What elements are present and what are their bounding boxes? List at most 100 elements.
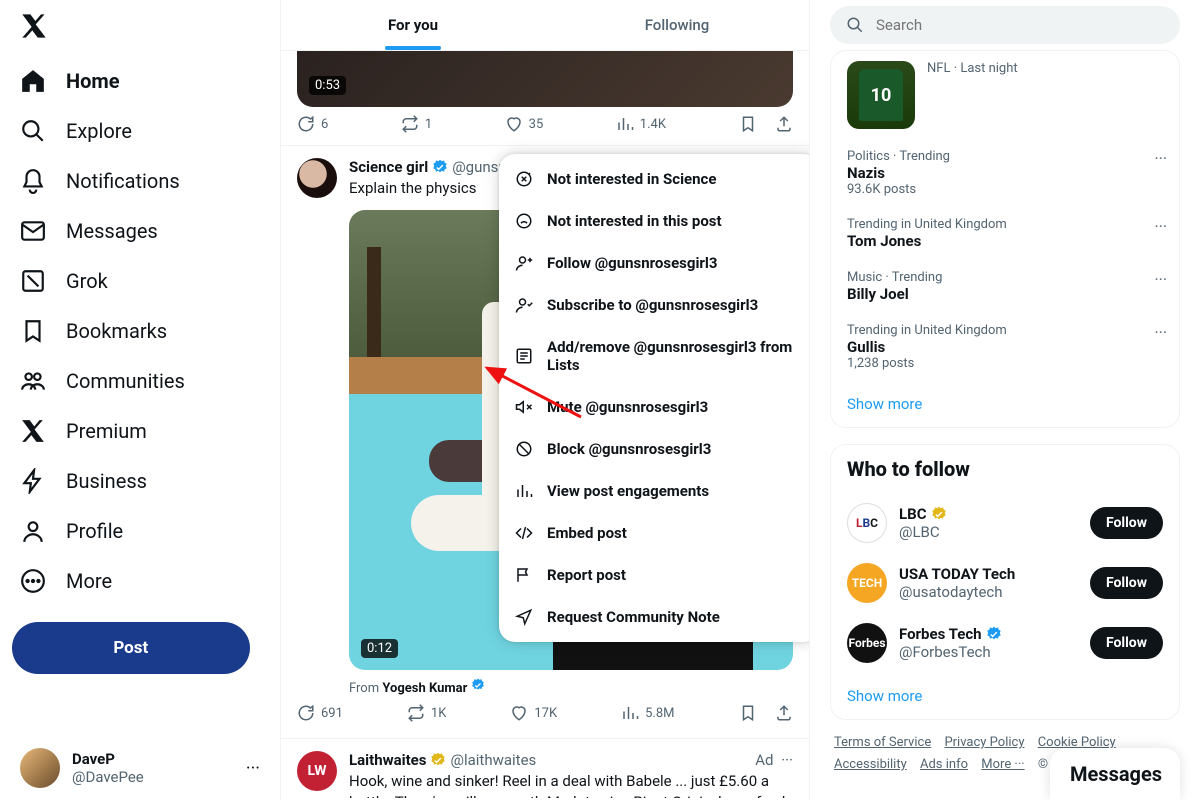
person-icon xyxy=(20,518,46,544)
account-more-icon: ··· xyxy=(246,758,260,779)
nav-explore[interactable]: Explore xyxy=(8,106,272,156)
ad-more-icon[interactable]: ··· xyxy=(778,751,793,769)
tab-following[interactable]: Following xyxy=(545,0,809,50)
repost-button[interactable]: 1K xyxy=(407,704,446,722)
account-switcher[interactable]: DaveP @DavePee ··· xyxy=(8,736,272,800)
nav-grok[interactable]: Grok xyxy=(8,256,272,306)
video-duration: 0:53 xyxy=(309,76,346,95)
menu-subscribe[interactable]: Subscribe to @gunsnrosesgirl3 xyxy=(499,284,809,326)
menu-mute[interactable]: Mute @gunsnrosesgirl3 xyxy=(499,386,809,428)
footer-ads[interactable]: Ads info xyxy=(920,757,968,772)
who-avatar: TECH xyxy=(847,563,887,603)
nav-premium[interactable]: Premium xyxy=(8,406,272,456)
nav-grok-label: Grok xyxy=(66,269,108,293)
ad-author-avatar[interactable]: LW xyxy=(297,751,337,791)
trend-more-icon[interactable]: ··· xyxy=(1154,323,1167,342)
like-button[interactable]: 35 xyxy=(505,115,544,133)
search-box[interactable] xyxy=(830,6,1180,44)
previous-post-actions: 6 1 35 1.4K xyxy=(281,107,809,145)
ad-text: Hook, wine and sinker! Reel in a deal wi… xyxy=(349,771,793,798)
previous-post-media[interactable]: 0:53 xyxy=(297,51,793,107)
who-avatar: LBC xyxy=(847,503,887,543)
ad-author-handle: @laithwaites xyxy=(450,751,536,769)
grok-icon xyxy=(20,268,46,294)
promoted-post: LW Laithwaites @laithwaites Ad ··· Hook,… xyxy=(281,738,809,798)
trend-item[interactable]: ···Trending in United KingdomGullis1,238… xyxy=(831,313,1179,381)
timeline: For you Following 0:53 6 1 35 1.4K Scie xyxy=(280,0,810,800)
who-row[interactable]: TECHUSA TODAY Tech@usatodaytechFollow xyxy=(831,553,1179,613)
home-icon xyxy=(20,68,46,94)
menu-report[interactable]: Report post xyxy=(499,554,809,596)
live-event-thumbnail: 10 xyxy=(847,61,915,129)
views-button[interactable]: 1.4K xyxy=(616,115,666,133)
nav-notifications-label: Notifications xyxy=(66,169,180,193)
video-duration: 0:12 xyxy=(361,639,398,658)
trend-more-icon[interactable]: ··· xyxy=(1154,270,1167,289)
who-avatar: Forbes xyxy=(847,623,887,663)
verified-badge-icon xyxy=(986,626,1002,642)
post-source[interactable]: From Yogesh Kumar xyxy=(349,678,793,696)
nav-communities-label: Communities xyxy=(66,369,185,393)
footer-accessibility[interactable]: Accessibility xyxy=(834,757,907,772)
communities-icon xyxy=(20,368,46,394)
post-science-girl: Science girl @gunsn Explain the physics … xyxy=(281,145,809,738)
like-button[interactable]: 17K xyxy=(510,704,557,722)
who-to-follow-card: Who to follow LBCLBC@LBCFollow TECHUSA T… xyxy=(830,444,1180,720)
nav-bookmarks[interactable]: Bookmarks xyxy=(8,306,272,356)
nav-notifications[interactable]: Notifications xyxy=(8,156,272,206)
menu-block[interactable]: Block @gunsnrosesgirl3 xyxy=(499,428,809,470)
nav-more[interactable]: More xyxy=(8,556,272,606)
menu-embed[interactable]: Embed post xyxy=(499,512,809,554)
footer-tos[interactable]: Terms of Service xyxy=(834,735,931,750)
trend-item[interactable]: ···Politics · TrendingNazis93.6K posts xyxy=(831,139,1179,207)
menu-lists[interactable]: Add/remove @gunsnrosesgirl3 from Lists xyxy=(499,326,809,386)
nav-communities[interactable]: Communities xyxy=(8,356,272,406)
trend-item[interactable]: ···Music · TrendingBilly Joel xyxy=(831,260,1179,313)
messages-drawer[interactable]: Messages xyxy=(1050,748,1180,800)
follow-button[interactable]: Follow xyxy=(1090,627,1163,659)
who-row[interactable]: LBCLBC@LBCFollow xyxy=(831,493,1179,553)
follow-button[interactable]: Follow xyxy=(1090,507,1163,539)
trend-more-icon[interactable]: ··· xyxy=(1154,149,1167,168)
compose-post-button[interactable]: Post xyxy=(12,622,250,674)
views-button[interactable]: 5.8M xyxy=(621,704,674,722)
who-show-more[interactable]: Show more xyxy=(831,673,1179,719)
footer-more[interactable]: More ··· xyxy=(981,757,1024,772)
nav-explore-label: Explore xyxy=(66,119,132,143)
follow-button[interactable]: Follow xyxy=(1090,567,1163,599)
reply-button[interactable]: 6 xyxy=(297,115,328,133)
menu-not-interested-post[interactable]: Not interested in this post xyxy=(499,200,809,242)
nav-home[interactable]: Home xyxy=(8,56,272,106)
menu-follow[interactable]: Follow @gunsnrosesgirl3 xyxy=(499,242,809,284)
trend-item[interactable]: ···Trending in United KingdomTom Jones xyxy=(831,207,1179,260)
verified-badge-icon xyxy=(432,159,448,175)
footer-privacy[interactable]: Privacy Policy xyxy=(944,735,1024,750)
who-row[interactable]: ForbesForbes Tech@ForbesTechFollow xyxy=(831,613,1179,673)
reply-button[interactable]: 691 xyxy=(297,704,343,722)
menu-community-note[interactable]: Request Community Note xyxy=(499,596,809,638)
post-author-name[interactable]: Science girl xyxy=(349,158,428,176)
menu-engagements[interactable]: View post engagements xyxy=(499,470,809,512)
trends-show-more[interactable]: Show more xyxy=(831,381,1179,427)
tab-for-you[interactable]: For you xyxy=(281,0,545,50)
search-input[interactable] xyxy=(876,16,1164,34)
nav-business-label: Business xyxy=(66,469,147,493)
bookmark-share[interactable] xyxy=(739,704,793,722)
nav-messages[interactable]: Messages xyxy=(8,206,272,256)
nav-profile[interactable]: Profile xyxy=(8,506,272,556)
trend-more-icon[interactable]: ··· xyxy=(1154,217,1167,236)
search-icon xyxy=(20,118,46,144)
x-logo[interactable] xyxy=(8,0,272,56)
menu-not-interested-topic[interactable]: Not interested in Science xyxy=(499,158,809,200)
repost-button[interactable]: 1 xyxy=(401,115,432,133)
bookmark-share[interactable] xyxy=(739,115,793,133)
right-sidebar: 10 NFL · Last night ···Politics · Trendi… xyxy=(810,0,1200,800)
account-name: DaveP xyxy=(72,750,144,768)
nav-premium-label: Premium xyxy=(66,419,147,443)
ad-author-name[interactable]: Laithwaites xyxy=(349,751,426,769)
post-author-avatar[interactable] xyxy=(297,158,337,198)
lightning-icon xyxy=(20,468,46,494)
live-event[interactable]: 10 NFL · Last night xyxy=(831,51,1179,139)
nav-business[interactable]: Business xyxy=(8,456,272,506)
x-icon xyxy=(20,418,46,444)
